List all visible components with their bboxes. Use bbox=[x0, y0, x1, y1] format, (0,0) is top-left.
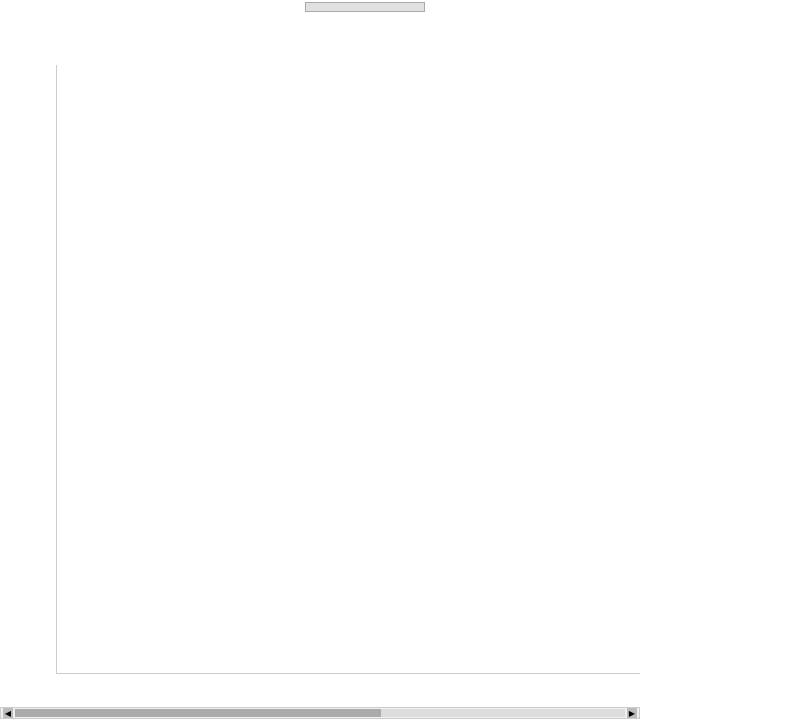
tooltip-box bbox=[305, 2, 425, 12]
scroll-right[interactable]: ▶ bbox=[627, 708, 637, 718]
y-axis bbox=[18, 65, 56, 674]
chart-inner bbox=[0, 65, 640, 674]
chart-title bbox=[0, 55, 640, 65]
legend-panel bbox=[645, 55, 800, 689]
bottom-scrollbar[interactable]: ◀ ▶ bbox=[0, 707, 640, 719]
main-container: ◀ ▶ bbox=[0, 0, 800, 719]
scroll-thumb bbox=[15, 709, 381, 717]
y-axis-label bbox=[0, 65, 18, 674]
scroll-left[interactable]: ◀ bbox=[3, 708, 13, 718]
plot-area bbox=[56, 65, 640, 674]
chart-area bbox=[0, 55, 640, 689]
scroll-track[interactable] bbox=[15, 709, 625, 717]
